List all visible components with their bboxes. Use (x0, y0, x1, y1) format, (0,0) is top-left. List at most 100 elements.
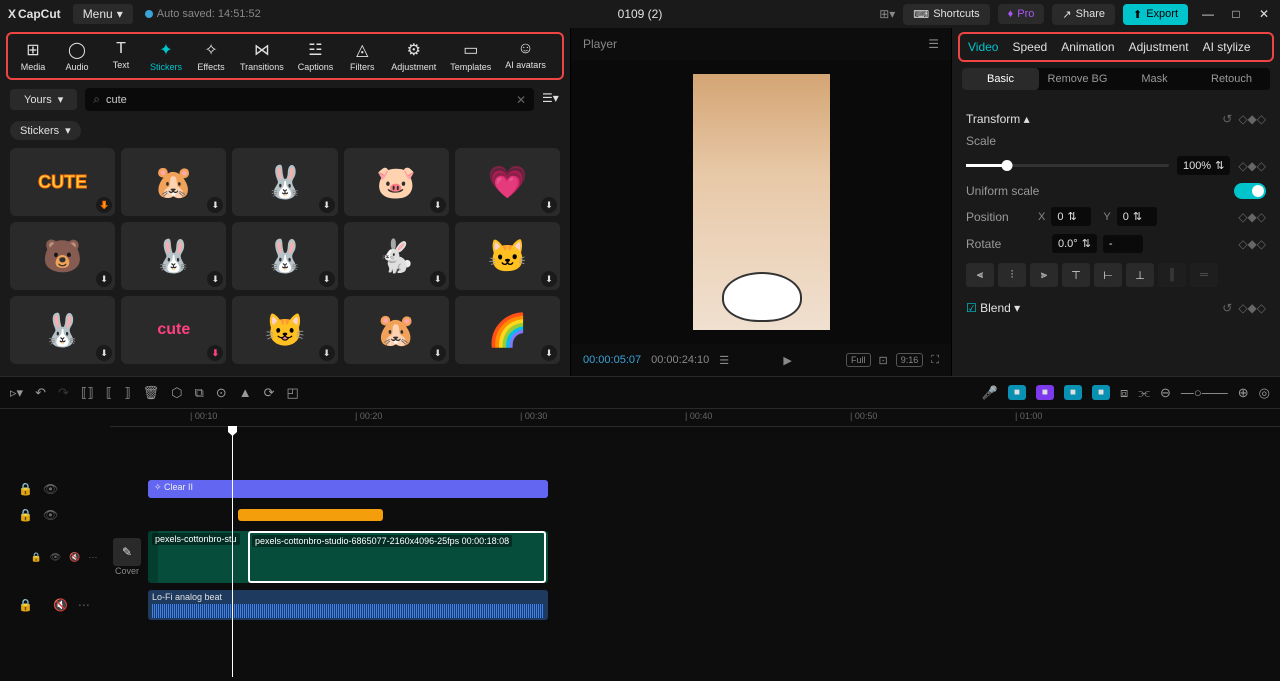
sticker-item[interactable]: 😺⬇ (232, 296, 337, 364)
scale-slider[interactable] (966, 164, 1169, 167)
sticker-item[interactable]: 🐻⬇ (10, 222, 115, 290)
align-right-icon[interactable]: ⫸ (1030, 263, 1058, 287)
tool-media[interactable]: ⊞Media (14, 38, 52, 74)
clear-search-icon[interactable]: ✕ (516, 93, 526, 107)
keyframe-icon[interactable]: ◇◆◇ (1238, 301, 1266, 315)
reset-icon[interactable]: ↺ (1222, 301, 1232, 315)
list-icon[interactable]: ☰ (719, 354, 729, 367)
sticker-item[interactable]: 🐷⬇ (344, 148, 449, 216)
sub-tab-mask[interactable]: Mask (1116, 68, 1193, 90)
reset-icon[interactable]: ↺ (1222, 112, 1232, 126)
download-icon[interactable]: ⬇ (207, 345, 223, 361)
ratio-badge[interactable]: 9:16 (896, 353, 924, 367)
lock-icon[interactable]: 🔒 (18, 508, 33, 522)
close-icon[interactable]: ✕ (1256, 6, 1272, 22)
mirror-icon[interactable]: ▲ (239, 385, 252, 400)
tool-captions[interactable]: ☳Captions (294, 38, 338, 74)
layout-icon[interactable]: ⊞▾ (879, 7, 895, 21)
sticker-item[interactable]: 💗⬇ (455, 148, 560, 216)
distribute-v-icon[interactable]: ═ (1190, 263, 1218, 287)
align-left-icon[interactable]: ⫷ (966, 263, 994, 287)
distribute-h-icon[interactable]: ║ (1158, 263, 1186, 287)
mute-icon[interactable]: 🔇 (53, 598, 68, 612)
export-button[interactable]: ⬆ Export (1123, 4, 1188, 25)
download-icon[interactable]: ⬇ (541, 197, 557, 213)
chip-2[interactable]: ■ (1036, 385, 1054, 400)
effect-clip[interactable]: ✧ Clear II (148, 480, 548, 498)
tool-audio[interactable]: ◯Audio (58, 38, 96, 74)
sticker-item[interactable]: 🐰⬇ (10, 296, 115, 364)
copy-icon[interactable]: ⧉ (195, 385, 204, 401)
sub-tab-retouch[interactable]: Retouch (1193, 68, 1270, 90)
lock-icon[interactable]: 🔒 (31, 552, 42, 563)
full-badge[interactable]: Full (846, 353, 871, 367)
download-icon[interactable]: ⬇ (430, 271, 446, 287)
trim-left-icon[interactable]: ⟦ (106, 385, 112, 401)
tool-stickers[interactable]: ✦Stickers (146, 38, 186, 74)
keyframe-icon[interactable]: ◇◆◇ (1238, 237, 1266, 251)
eye-icon[interactable]: 👁 (50, 552, 61, 563)
tool-filters[interactable]: ◬Filters (343, 38, 381, 74)
download-icon[interactable]: ⬇ (541, 345, 557, 361)
rotate-input[interactable]: 0.0° ⇅ (1052, 234, 1097, 253)
sticker-item[interactable]: 🐱⬇ (455, 222, 560, 290)
download-icon[interactable]: ⬇ (96, 271, 112, 287)
download-icon[interactable]: ⬇ (541, 271, 557, 287)
position-y-input[interactable]: 0 ⇅ (1117, 207, 1157, 226)
eye-icon[interactable]: 👁 (43, 482, 58, 496)
prop-tab-ai-stylize[interactable]: AI stylize (1203, 40, 1251, 54)
download-icon[interactable]: ⬇ (96, 345, 112, 361)
position-x-input[interactable]: 0 ⇅ (1051, 207, 1091, 226)
magnet-icon[interactable]: ⧈ (1120, 385, 1128, 401)
timeline-ruler[interactable]: | 00:10| 00:20| 00:30| 00:40| 00:50| 01:… (110, 409, 1280, 427)
lock-icon[interactable]: 🔒 (18, 598, 33, 612)
tool-text[interactable]: TText (102, 38, 140, 74)
keyframe-icon[interactable]: ◇◆◇ (1238, 210, 1266, 224)
rotate-dash[interactable]: - (1103, 235, 1143, 253)
chip-4[interactable]: ■ (1092, 385, 1110, 400)
sticker-item[interactable]: 🐇⬇ (344, 222, 449, 290)
selection-tool-icon[interactable]: ▹▾ (10, 385, 23, 401)
video-clip-2-selected[interactable]: pexels-cottonbro-studio-6865077-2160x409… (248, 531, 546, 583)
chip-3[interactable]: ■ (1064, 385, 1082, 400)
share-button[interactable]: ↗ Share (1052, 4, 1115, 25)
scale-value[interactable]: 100% ⇅ (1177, 156, 1230, 175)
sticker-item[interactable]: 🐰⬇ (232, 148, 337, 216)
shield-icon[interactable]: ⬡ (171, 385, 182, 401)
tool-ai avatars[interactable]: ☺AI avatars (501, 38, 550, 74)
sticker-overlay[interactable] (722, 272, 802, 322)
reverse-icon[interactable]: ⊙ (216, 385, 227, 401)
tool-templates[interactable]: ▭Templates (446, 38, 495, 74)
mic-icon[interactable]: 🎤 (982, 385, 998, 401)
download-icon[interactable]: ⬇ (319, 271, 335, 287)
undo-icon[interactable]: ↶ (35, 385, 46, 401)
zoom-slider[interactable]: —○—— (1181, 385, 1228, 400)
keyframe-icon[interactable]: ◇◆◇ (1238, 112, 1266, 126)
filter-icon[interactable]: ☰▾ (542, 91, 560, 109)
search-input[interactable]: ⌕ ✕ (85, 88, 534, 111)
redo-icon[interactable]: ↷ (58, 385, 69, 401)
sticker-item[interactable]: 🐰⬇ (232, 222, 337, 290)
transform-header[interactable]: Transform ▴ (966, 112, 1030, 126)
yours-dropdown[interactable]: Yours ▾ (10, 89, 77, 110)
prop-tab-animation[interactable]: Animation (1061, 40, 1114, 54)
split-icon[interactable]: ⟦⟧ (81, 385, 94, 401)
playhead[interactable] (232, 427, 233, 677)
download-icon[interactable]: ⬇ (319, 197, 335, 213)
more-icon[interactable]: ⋯ (78, 598, 90, 612)
blend-label[interactable]: Blend ▾ (980, 301, 1020, 315)
align-top-icon[interactable]: ⊤ (1062, 263, 1090, 287)
sub-tab-basic[interactable]: Basic (962, 68, 1039, 90)
fullscreen-icon[interactable]: ⛶ (931, 354, 939, 367)
sticker-item[interactable]: cute⬇ (121, 296, 226, 364)
player-canvas[interactable] (571, 60, 951, 344)
download-icon[interactable]: ⬇ (207, 197, 223, 213)
pro-button[interactable]: ♦ Pro (998, 4, 1045, 24)
align-center-h-icon[interactable]: ⫶ (998, 263, 1026, 287)
crop-icon[interactable]: ◰ (286, 385, 298, 401)
keyframe-icon[interactable]: ◇◆◇ (1238, 159, 1266, 173)
shortcuts-button[interactable]: ⌨ Shortcuts (903, 4, 989, 25)
rotate-icon[interactable]: ⟳ (264, 385, 275, 401)
download-icon[interactable]: ⬇ (207, 271, 223, 287)
uniform-scale-toggle[interactable] (1234, 183, 1266, 199)
